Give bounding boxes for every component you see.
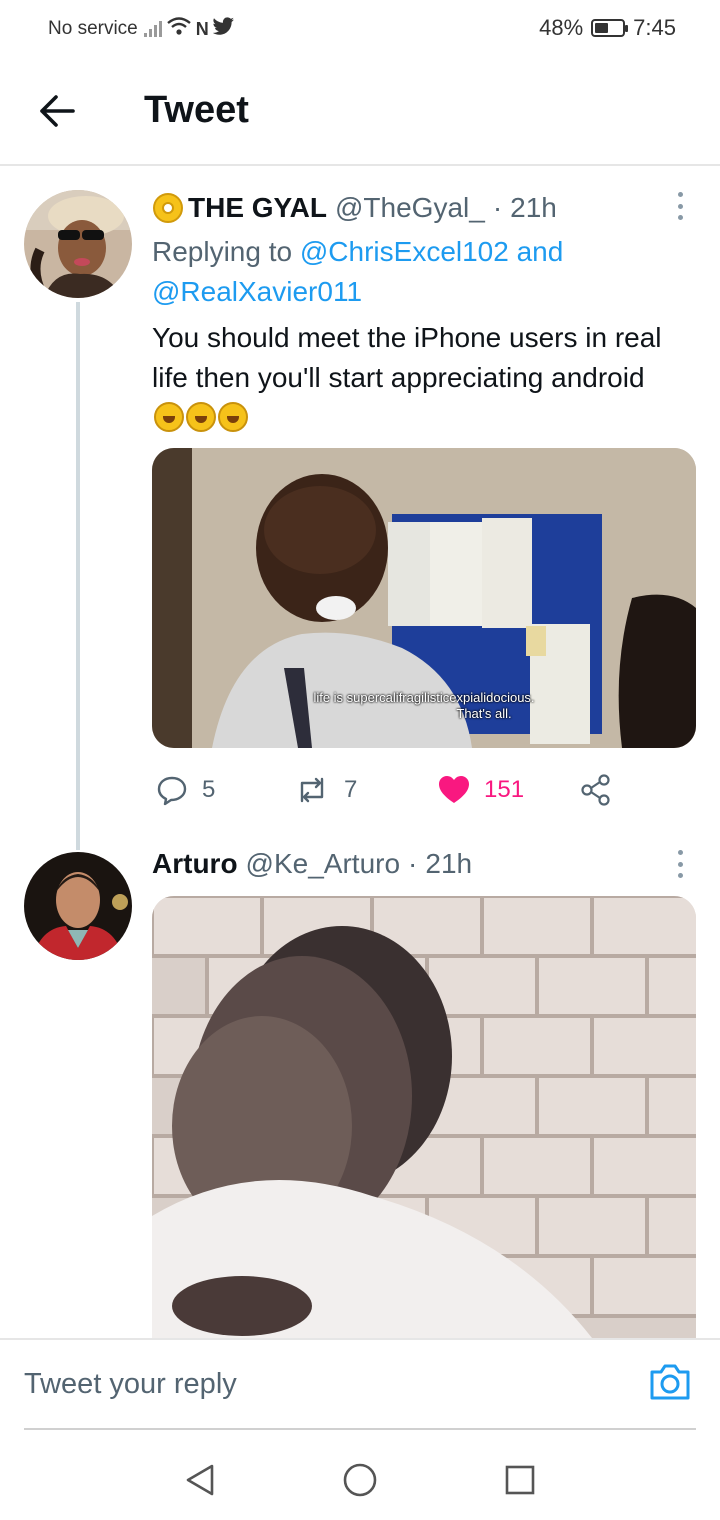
nav-home-button[interactable] [340, 1460, 380, 1500]
tweet-2-media-image[interactable] [152, 896, 696, 1338]
like-action-button[interactable]: 151 [438, 768, 524, 812]
nav-back-button[interactable] [180, 1460, 220, 1500]
camera-icon [650, 1364, 690, 1400]
tweet-1-header: THE GYAL @TheGyal_ · 21h [152, 192, 557, 224]
rolling-laughing-emoji-icon [154, 402, 184, 432]
thread-connector-line [76, 302, 80, 850]
replying-and-text: and [516, 236, 564, 267]
reply-composer-bar: Tweet your reply [0, 1338, 720, 1430]
reply-bubble-icon [157, 776, 187, 806]
tweet-1-text: You should meet the iPhone users in real… [152, 318, 662, 438]
avatar-the-gyal[interactable] [24, 190, 132, 298]
mention-link-realxavier011[interactable]: @RealXavier011 [152, 276, 362, 307]
nfc-icon: N [195, 18, 209, 39]
tweet-1-text-body: You should meet the iPhone users in real… [152, 322, 662, 393]
tweet-2-author-name[interactable]: Arturo [152, 848, 238, 880]
tweet-1-separator: · [492, 192, 503, 223]
recents-square-icon [505, 1465, 535, 1495]
tweet-1-author-name[interactable]: THE GYAL [188, 192, 327, 224]
rolling-laughing-emoji-icon [218, 402, 248, 432]
like-count: 151 [484, 776, 525, 803]
wifi-icon [166, 16, 192, 42]
rolling-laughing-emoji-icon [186, 402, 216, 432]
reply-count: 5 [202, 776, 216, 803]
back-triangle-icon [186, 1464, 214, 1496]
replying-to-label: Replying to [152, 236, 293, 267]
status-left: No service N [48, 16, 235, 42]
media-caption-line-2: That's all. [456, 706, 512, 721]
home-circle-icon [343, 1463, 377, 1497]
reply-action-button[interactable]: 5 [156, 768, 215, 812]
carrier-text: No service [48, 18, 138, 39]
status-bar: No service N 48% 7:45 [0, 0, 720, 56]
avatar-arturo[interactable] [24, 852, 132, 960]
retweet-icon [300, 777, 324, 803]
arrow-left-icon [40, 95, 75, 127]
tweet-2-separator: · [408, 848, 418, 879]
reply-input[interactable]: Tweet your reply [24, 1368, 237, 1401]
system-nav-bar [0, 1430, 720, 1520]
app-header: Tweet [0, 56, 720, 166]
share-icon [581, 774, 610, 806]
mention-link-chrisexcel102[interactable]: @ChrisExcel102 [300, 236, 509, 267]
status-right: 48% 7:45 [539, 15, 676, 41]
tweet-2-time: 21h [425, 848, 473, 879]
clock: 7:45 [633, 15, 676, 40]
tweet-2-more-options-button[interactable] [668, 844, 692, 884]
tweet-1-more-options-button[interactable] [668, 186, 692, 226]
tweet-1-time: 21h [510, 192, 557, 223]
twitter-bird-icon [212, 17, 235, 41]
back-button[interactable] [32, 86, 82, 136]
tweet-2-header: Arturo @Ke_Arturo · 21h [152, 848, 472, 880]
replying-to-line: Replying to @ChrisExcel102 and @RealXavi… [152, 232, 622, 312]
tweet-1-media-image[interactable]: life is supercalifragilisticexpialidocio… [152, 448, 696, 748]
battery-icon [591, 19, 629, 37]
retweet-action-button[interactable]: 7 [294, 768, 357, 812]
nav-recents-button[interactable] [500, 1460, 540, 1500]
tweet-1-author-handle[interactable]: @TheGyal_ [335, 192, 485, 224]
media-caption-line-1: life is supercalifragilisticexpialidocio… [313, 690, 535, 705]
battery-fill [595, 23, 608, 33]
share-action-button[interactable] [580, 768, 612, 812]
no-signal-icon [143, 21, 162, 37]
page-title: Tweet [144, 89, 249, 131]
battery-percent: 48% [539, 15, 584, 40]
dvd-disc-icon [152, 192, 184, 224]
camera-button[interactable] [648, 1362, 692, 1406]
tweet-2-author-handle[interactable]: @Ke_Arturo [246, 848, 401, 880]
retweet-count: 7 [344, 776, 358, 803]
heart-filled-icon [439, 776, 469, 803]
tweet-1-actions: 5 7 151 [152, 768, 632, 812]
